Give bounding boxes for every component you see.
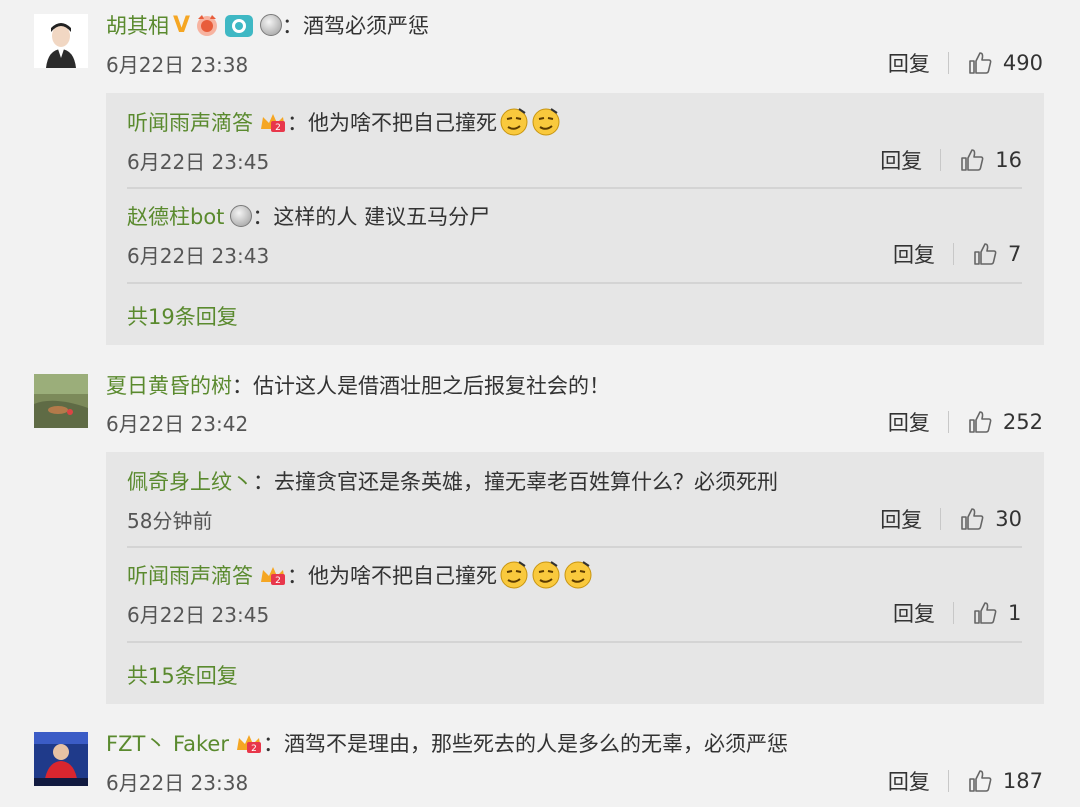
reply-box: 佩奇身上纹丶 ： 去撞贪官还是条英雄，撞无辜老百姓算什么？必须死刑 58分钟前 …: [106, 452, 1044, 704]
crown-badge-icon[interactable]: 2: [235, 732, 263, 754]
reply-text: 他为啥不把自己撞死: [308, 564, 497, 588]
reply-text: 去撞贪官还是条英雄，撞无辜老百姓算什么？必须死刑: [274, 470, 778, 494]
reply-button[interactable]: 回复: [893, 598, 935, 628]
thumbs-up-icon: [974, 243, 997, 265]
smug-face-emoji-icon: [531, 107, 561, 137]
reply-text: 他为啥不把自己撞死: [308, 111, 497, 135]
v-verified-icon: V: [173, 12, 191, 38]
svg-text:2: 2: [275, 576, 281, 586]
reply-box: 听闻雨声滴答 2 ： 他为啥不把自己撞死 6月22日 23:45 回复 16 赵…: [106, 93, 1044, 345]
smug-face-emoji-icon: [563, 560, 593, 590]
reply-button[interactable]: 回复: [888, 48, 930, 78]
like-button[interactable]: 7: [972, 241, 1022, 267]
reply-item: 听闻雨声滴答 2 ： 他为啥不把自己撞死 6月22日 23:45 回复 1: [127, 548, 1022, 643]
reply-item: 听闻雨声滴答 2 ： 他为啥不把自己撞死 6月22日 23:45 回复 16: [127, 93, 1022, 188]
thumbs-up-icon: [961, 149, 984, 171]
username-link[interactable]: 听闻雨声滴答: [127, 107, 253, 137]
reply-divider: [127, 641, 1022, 643]
thumbs-up-icon: [969, 770, 992, 792]
silver-medal-icon[interactable]: [230, 205, 253, 227]
divider: [940, 508, 942, 530]
divider: [953, 243, 954, 265]
comment-time: 6月22日 23:42: [106, 411, 249, 436]
username-link[interactable]: FZT丶 Faker: [106, 728, 229, 758]
reply-divider: [127, 282, 1022, 284]
like-count: 490: [1002, 51, 1043, 75]
reply-time: 58分钟前: [127, 508, 213, 533]
avatar[interactable]: [34, 14, 88, 68]
smug-face-emoji-icon: [499, 560, 529, 590]
thumbs-up-icon: [969, 52, 992, 74]
thumbs-up-icon: [974, 602, 997, 624]
reply-time: 6月22日 23:43: [127, 243, 270, 268]
smug-face-emoji-icon: [531, 560, 561, 590]
reply-button[interactable]: 回复: [888, 407, 930, 437]
username-link[interactable]: 听闻雨声滴答: [127, 560, 253, 590]
like-button[interactable]: 187: [967, 768, 1043, 794]
like-count: 1: [1008, 601, 1022, 625]
username-link[interactable]: 赵德柱bot: [127, 201, 224, 231]
crown-badge-icon[interactable]: 2: [259, 111, 287, 133]
like-count: 16: [995, 148, 1022, 172]
smug-face-emoji-icon: [499, 107, 529, 137]
crown-badge-icon[interactable]: 2: [259, 564, 287, 586]
comment-item: 胡其相 V ： 酒驾必须严惩 6月22日 23:38 回复 490 听闻雨声滴答: [0, 0, 1080, 350]
like-count: 7: [1008, 242, 1022, 266]
avatar[interactable]: [34, 732, 88, 786]
comment-item: 夏日黄昏的树 ： 估计这人是借酒壮胆之后报复社会的！ 6月22日 23:42 回…: [0, 360, 1080, 710]
username-link[interactable]: 佩奇身上纹丶: [127, 466, 253, 496]
comment-meta: 6月22日 23:38 回复 490: [106, 48, 1043, 78]
reply-button[interactable]: 回复: [880, 504, 922, 534]
like-button[interactable]: 30: [959, 506, 1022, 532]
divider: [940, 149, 942, 171]
reply-text: 这样的人 建议五马分尸: [273, 205, 491, 229]
comment-text: 酒驾不是理由，那些死去的人是多么的无辜，必须严惩: [283, 732, 788, 756]
username-link[interactable]: 胡其相: [106, 10, 169, 40]
like-count: 252: [1002, 410, 1043, 434]
like-count: 30: [995, 507, 1022, 531]
reply-button[interactable]: 回复: [880, 145, 922, 175]
comment-time: 6月22日 23:38: [106, 52, 249, 77]
weibo-fan-icon[interactable]: [194, 13, 220, 37]
divider: [947, 52, 949, 74]
svg-text:2: 2: [251, 744, 257, 754]
reply-button[interactable]: 回复: [888, 766, 930, 796]
divider: [947, 770, 949, 792]
reply-time: 6月22日 23:45: [127, 602, 270, 627]
like-button[interactable]: 490: [967, 50, 1043, 76]
comment-time: 6月22日 23:38: [106, 770, 249, 795]
comment-text: 酒驾必须严惩: [303, 14, 430, 38]
like-button[interactable]: 252: [967, 409, 1043, 435]
silver-medal-icon[interactable]: [260, 14, 283, 36]
comment-text: 估计这人是借酒壮胆之后报复社会的！: [253, 374, 610, 398]
camera-icon[interactable]: [224, 12, 254, 38]
reply-time: 6月22日 23:45: [127, 149, 270, 174]
like-count: 187: [1002, 769, 1043, 793]
more-replies-link[interactable]: 共15条回复: [127, 660, 238, 690]
divider: [953, 602, 954, 624]
comment-header: 胡其相 V ： 酒驾必须严惩: [106, 10, 429, 40]
username-link[interactable]: 夏日黄昏的树: [106, 370, 232, 400]
thumbs-up-icon: [969, 411, 992, 433]
avatar[interactable]: [34, 374, 88, 428]
comment-item: FZT丶 Faker 2 ： 酒驾不是理由，那些死去的人是多么的无辜，必须严惩 …: [0, 718, 1080, 807]
svg-text:2: 2: [275, 123, 281, 133]
reply-button[interactable]: 回复: [893, 239, 935, 269]
like-button[interactable]: 16: [959, 147, 1022, 173]
reply-item: 赵德柱bot ： 这样的人 建议五马分尸 6月22日 23:43 回复 7: [127, 189, 1022, 284]
more-replies-link[interactable]: 共19条回复: [127, 301, 238, 331]
thumbs-up-icon: [961, 508, 984, 530]
like-button[interactable]: 1: [972, 600, 1022, 626]
divider: [947, 411, 949, 433]
reply-item: 佩奇身上纹丶 ： 去撞贪官还是条英雄，撞无辜老百姓算什么？必须死刑 58分钟前 …: [127, 452, 1022, 547]
